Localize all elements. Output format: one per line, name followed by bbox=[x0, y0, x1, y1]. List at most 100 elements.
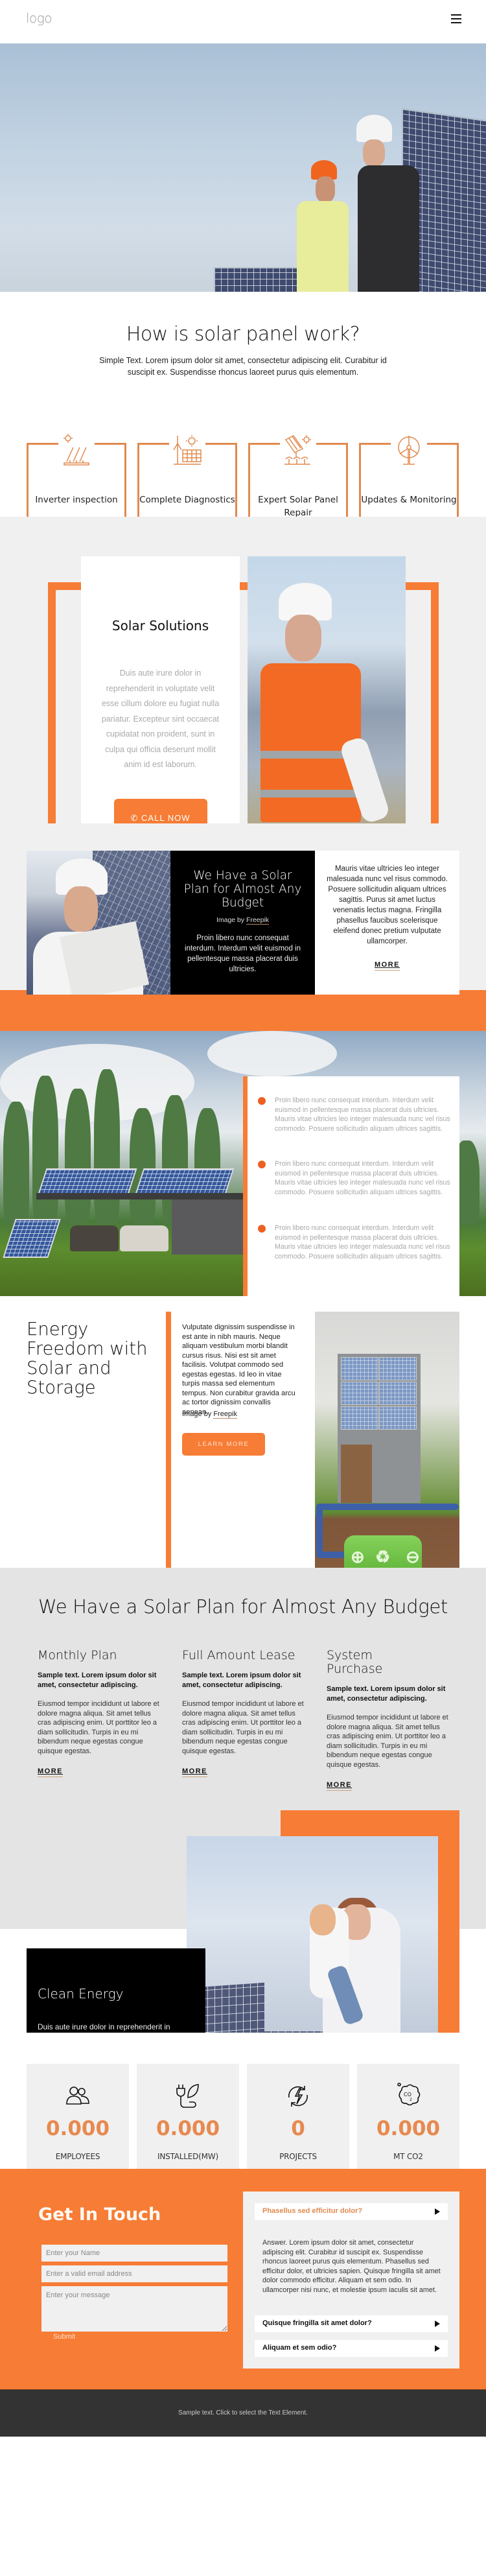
solar-farm-section: Proin libero nunc consequat interdum. In… bbox=[0, 1031, 486, 1296]
freepik-link[interactable]: Freepik bbox=[435, 1279, 459, 1288]
benefit-item: Proin libero nunc consequat interdum. In… bbox=[258, 1096, 452, 1133]
worker-face bbox=[316, 176, 335, 202]
message-input[interactable] bbox=[41, 2286, 227, 2332]
car bbox=[120, 1225, 168, 1251]
plan-column: System Purchase Sample text. Lorem ipsum… bbox=[327, 1648, 448, 1791]
safety-vest bbox=[297, 201, 349, 292]
bullet-dot bbox=[258, 1097, 266, 1105]
pipe bbox=[316, 1504, 323, 1555]
stat-value: 0.000 bbox=[45, 2117, 110, 2140]
plan-body: Eiusmod tempor incididunt ut labore et d… bbox=[327, 1714, 448, 1769]
feature-label: Updates & Monitoring bbox=[361, 495, 457, 505]
barn-door bbox=[341, 1445, 372, 1503]
submit-button[interactable]: Submit bbox=[53, 2333, 75, 2341]
plan-column: Full Amount Lease Sample text. Lorem ips… bbox=[182, 1649, 305, 1777]
benefits-card: Proin libero nunc consequat interdum. In… bbox=[243, 1076, 459, 1296]
users-icon bbox=[64, 2078, 92, 2114]
energy-freedom-section: Energy Freedom with Solar and Storage Vu… bbox=[0, 1296, 486, 1636]
feature-label: Complete Diagnostics bbox=[139, 495, 235, 505]
feature-label: Expert Solar Panel Repair bbox=[258, 495, 338, 518]
solar-panel-graphic bbox=[135, 1168, 235, 1194]
plan-title: System Purchase bbox=[327, 1648, 383, 1676]
plan-title: We Have a Solar Plan for Almost Any Budg… bbox=[183, 869, 302, 910]
pipe bbox=[316, 1552, 345, 1558]
white-hardhat bbox=[356, 115, 392, 142]
solar-panel-graphic bbox=[3, 1219, 61, 1258]
card-title: Solar Solutions bbox=[111, 618, 209, 633]
stat-label: EMPLOYEES bbox=[55, 2152, 100, 2161]
section-title: Get In Touch bbox=[38, 2204, 161, 2225]
image-credit: Image by Freepik bbox=[216, 916, 270, 925]
energy-cycle-icon bbox=[284, 2078, 312, 2114]
more-link[interactable]: MORE bbox=[375, 961, 400, 971]
tree bbox=[3, 1102, 29, 1225]
faq-accordion: Phasellus sed efficitur dolor? Answer. L… bbox=[243, 2192, 459, 2369]
play-arrow-icon bbox=[435, 2208, 440, 2215]
section-title: We Have a Solar Plan for Almost Any Budg… bbox=[38, 1596, 448, 1618]
stat-label: INSTALLED(MW) bbox=[157, 2152, 218, 2161]
more-link[interactable]: MORE bbox=[182, 1767, 207, 1777]
plan-title: Full Amount Lease bbox=[182, 1648, 295, 1662]
more-link[interactable]: MORE bbox=[327, 1781, 352, 1791]
bullet-dot bbox=[258, 1161, 266, 1168]
name-input[interactable] bbox=[41, 2245, 227, 2262]
faq-answer: Answer. Lorem ipsum dolor sit amet, cons… bbox=[262, 2239, 441, 2294]
engineer-face bbox=[363, 139, 385, 167]
plug-leaf-icon bbox=[174, 2078, 202, 2114]
card-text: Duis aute irure dolor in reprehenderit i… bbox=[101, 668, 220, 769]
faq-question[interactable]: Quisque fringilla sit amet dolor? bbox=[255, 2315, 448, 2332]
shed bbox=[172, 1199, 243, 1255]
solar-solutions-section: Solar Solutions Duis aute irure dolor in… bbox=[0, 517, 486, 905]
hamburger-menu-icon[interactable] bbox=[451, 14, 461, 25]
play-arrow-icon bbox=[435, 2345, 440, 2352]
plan-light-text: Mauris vitae ultricies leo integer males… bbox=[327, 865, 448, 945]
how-it-works-section: How is solar panel work? Simple Text. Lo… bbox=[0, 292, 486, 573]
section-subtitle: Simple Text. Lorem ipsum dolor sit amet,… bbox=[99, 356, 387, 377]
email-input[interactable] bbox=[41, 2265, 227, 2282]
feature-label: Inverter inspection bbox=[35, 495, 118, 505]
card-title: Clean Energy bbox=[38, 1986, 124, 2002]
section-title: How is solar panel work? bbox=[126, 323, 360, 346]
plan-light-card: Mauris vitae ultricies leo integer males… bbox=[315, 851, 459, 995]
tree bbox=[130, 1108, 156, 1225]
engineer-blueprint-photo bbox=[27, 851, 170, 995]
contact-section: Get In Touch Submit Phasellus sed effici… bbox=[0, 2169, 486, 2389]
site-footer: Sample text. Click to select the Text El… bbox=[0, 2389, 486, 2437]
wind-turbine-icon bbox=[393, 433, 425, 469]
carport-roof bbox=[36, 1193, 244, 1199]
image-credit: Image by Freepik bbox=[182, 1410, 237, 1419]
stat-value: 0 bbox=[291, 2117, 305, 2140]
stat-label: MT CO2 bbox=[393, 2152, 423, 2161]
stat-value: 0.000 bbox=[376, 2117, 441, 2140]
footer-text: Sample text. Click to select the Text El… bbox=[178, 2409, 308, 2416]
plan-summary: Sample text. Lorem ipsum dolor sit amet,… bbox=[327, 1685, 446, 1703]
logo[interactable]: logo bbox=[26, 10, 52, 26]
hero-image bbox=[0, 43, 486, 292]
learn-more-button[interactable]: LEARN MORE bbox=[182, 1433, 265, 1456]
car bbox=[70, 1225, 119, 1251]
site-header: logo bbox=[0, 0, 486, 43]
pipe bbox=[316, 1504, 459, 1510]
benefit-item: Proin libero nunc consequat interdum. In… bbox=[258, 1159, 452, 1197]
tree bbox=[94, 1069, 120, 1225]
plan-summary: Sample text. Lorem ipsum dolor sit amet,… bbox=[38, 1672, 157, 1689]
faq-question[interactable]: Aliquam et sem odio? bbox=[255, 2340, 448, 2357]
solar-panel-plants-icon bbox=[282, 433, 314, 469]
plan-summary: Sample text. Lorem ipsum dolor sit amet,… bbox=[182, 1672, 301, 1689]
plan-body: Eiusmod tempor incididunt ut labore et d… bbox=[38, 1700, 159, 1755]
plan-body: Eiusmod tempor incididunt ut labore et d… bbox=[182, 1700, 304, 1755]
more-link[interactable]: MORE bbox=[38, 1767, 63, 1777]
budget-plans-section: We Have a Solar Plan for Almost Any Budg… bbox=[0, 1568, 486, 2206]
image-credit: Image from Freepik bbox=[397, 1279, 459, 1288]
section-title: Energy Freedom with Solar and Storage bbox=[27, 1319, 148, 1398]
plan-dark-text: Proin libero nunc consequat interdum. In… bbox=[185, 934, 301, 973]
solar-plan-banner: We Have a Solar Plan for Almost Any Budg… bbox=[0, 823, 486, 1031]
freepik-link[interactable]: Freepik bbox=[213, 1410, 237, 1419]
stats-section: 0.000 EMPLOYEES 0.000 INSTALLED(MW) 0 PR… bbox=[0, 2033, 486, 2195]
freepik-link[interactable]: Freepik bbox=[246, 916, 270, 925]
tree bbox=[65, 1089, 91, 1225]
stat-label: PROJECTS bbox=[279, 2152, 317, 2161]
solar-panels-sun-icon bbox=[60, 433, 93, 469]
faq-question[interactable]: Phasellus sed efficitur dolor? bbox=[255, 2203, 448, 2220]
svg-text:CO: CO bbox=[404, 2092, 411, 2097]
